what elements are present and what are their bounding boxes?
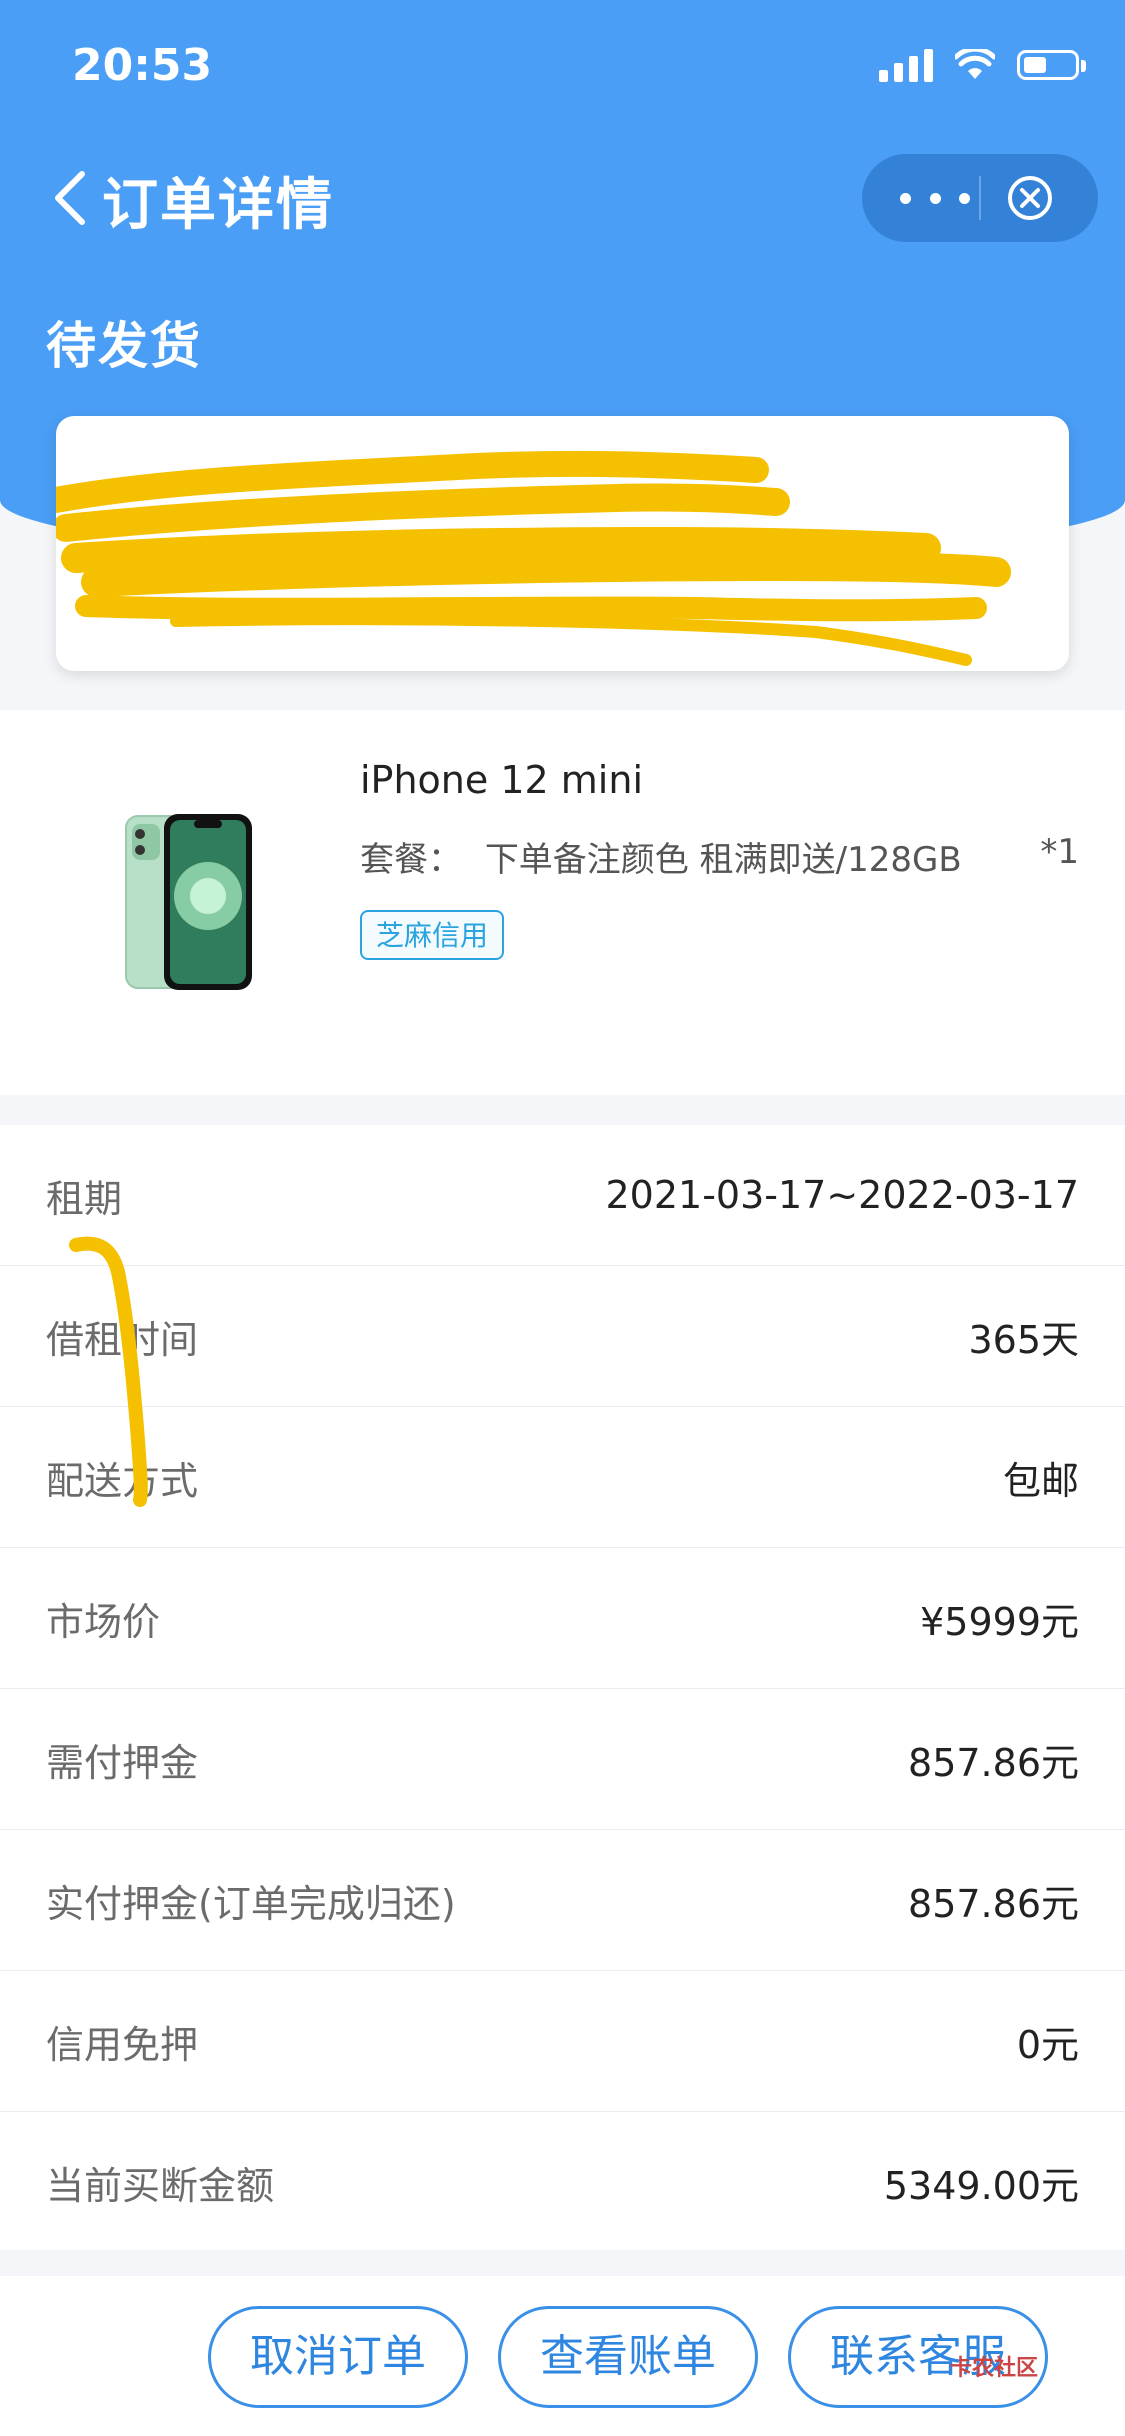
detail-row-paid-deposit: 实付押金(订单完成归还) 857.86元: [0, 1830, 1125, 1971]
detail-row-market-price: 市场价 ¥5999元: [0, 1548, 1125, 1689]
detail-label: 配送方式: [46, 1458, 199, 1503]
wifi-icon: [955, 49, 995, 79]
miniapp-capsule: [862, 154, 1098, 242]
detail-value: 2021-03-17~2022-03-17: [605, 1173, 1079, 1217]
package-label: 套餐：: [360, 840, 462, 880]
detail-label: 需付押金: [46, 1740, 199, 1785]
detail-value: 5349.00元: [883, 2164, 1079, 2208]
view-bill-button[interactable]: 查看账单: [498, 2306, 758, 2408]
detail-row-credit-waiver: 信用免押 0元: [0, 1971, 1125, 2112]
address-card[interactable]: [56, 416, 1069, 671]
capsule-divider: [979, 176, 981, 220]
detail-label: 借租时间: [46, 1317, 199, 1362]
detail-label: 租期: [46, 1176, 123, 1221]
detail-value: 365天: [968, 1317, 1079, 1362]
order-status: 待发货: [46, 317, 202, 375]
order-details-list: 租期 2021-03-17~2022-03-17 借租时间 365天 配送方式 …: [0, 1125, 1125, 2250]
product-quantity: *1: [1040, 832, 1079, 872]
package-value: 下单备注颜色 租满即送/128GB: [484, 840, 962, 880]
redaction-scribble: [56, 450, 1011, 666]
detail-value: ¥5999元: [920, 1599, 1079, 1644]
detail-label: 当前买断金额: [46, 2164, 275, 2208]
sesame-credit-badge: 芝麻信用: [360, 910, 505, 960]
cancel-order-button[interactable]: 取消订单: [208, 2306, 468, 2408]
close-circle-icon[interactable]: [1006, 174, 1054, 222]
watermark-logo: 卡农社区: [950, 2356, 1039, 2381]
product-package: 套餐： 下单备注颜色 租满即送/128GB: [360, 832, 962, 881]
detail-label: 市场价: [46, 1599, 161, 1644]
battery-icon: [1017, 50, 1086, 80]
phone-product-image: [125, 814, 252, 990]
detail-label: 信用免押: [46, 2022, 199, 2067]
detail-row-rental-period: 租期 2021-03-17~2022-03-17: [0, 1125, 1125, 1266]
detail-label: 实付押金(订单完成归还): [46, 1881, 456, 1926]
detail-row-delivery: 配送方式 包邮: [0, 1407, 1125, 1548]
status-icons: [879, 48, 1086, 82]
detail-value: 包邮: [1002, 1458, 1079, 1503]
status-time: 20:53: [72, 40, 213, 91]
product-card[interactable]: iPhone 12 mini 套餐： 下单备注颜色 租满即送/128GB *1 …: [0, 710, 1125, 1095]
detail-value: 857.86元: [908, 1881, 1079, 1926]
product-name: iPhone 12 mini: [360, 758, 643, 802]
more-icon[interactable]: [900, 180, 970, 216]
page-title: 订单详情: [102, 173, 334, 238]
detail-row-rental-days: 借租时间 365天: [0, 1266, 1125, 1407]
detail-value: 857.86元: [908, 1740, 1079, 1785]
detail-value: 0元: [1016, 2022, 1079, 2067]
cellular-signal-icon: [879, 48, 933, 82]
detail-row-buyout-amount: 当前买断金额 5349.00元: [0, 2112, 1125, 2253]
detail-row-required-deposit: 需付押金 857.86元: [0, 1689, 1125, 1830]
back-arrow-icon[interactable]: [50, 168, 90, 228]
